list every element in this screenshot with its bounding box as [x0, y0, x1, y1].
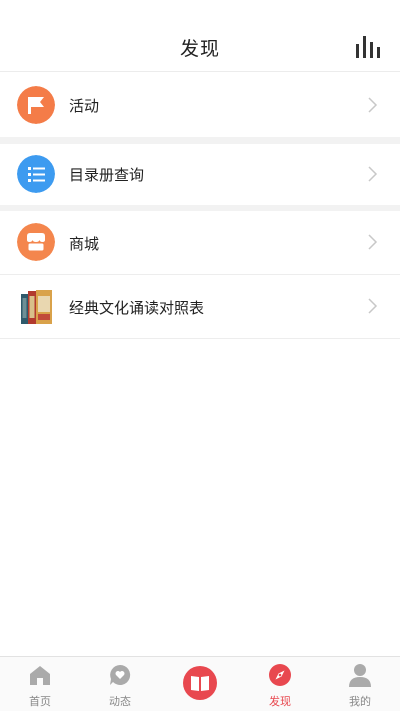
user-icon	[349, 664, 371, 687]
storefront-icon	[17, 223, 55, 261]
item-label: 经典文化诵读对照表	[69, 299, 205, 317]
book-stack-thumbnail	[21, 290, 52, 324]
open-book-icon	[183, 666, 217, 700]
compass-icon	[269, 664, 291, 686]
list-item-catalog-search[interactable]: 目录册查询	[0, 144, 400, 205]
divider-line	[0, 338, 400, 339]
tab-feed[interactable]: 动态	[80, 657, 160, 712]
tab-home[interactable]: 首页	[0, 657, 80, 712]
tab-label: 我的	[349, 695, 371, 708]
item-label: 活动	[69, 97, 100, 115]
list-item-mall[interactable]: 商城	[0, 211, 400, 274]
chevron-right-icon	[368, 234, 378, 250]
tab-label: 动态	[109, 695, 131, 708]
tab-label: 首页	[29, 695, 51, 708]
chevron-right-icon	[368, 298, 378, 314]
item-label: 目录册查询	[69, 166, 145, 184]
tab-discover[interactable]: 发现	[240, 657, 320, 712]
bottom-tab-bar: 首页 动态 发现 我的	[0, 656, 400, 711]
list-item-activity[interactable]: 活动	[0, 73, 400, 137]
chevron-right-icon	[368, 166, 378, 182]
home-icon	[30, 666, 50, 685]
list-item-classic-reading-table[interactable]: 经典文化诵读对照表	[0, 275, 400, 338]
chat-heart-icon	[110, 664, 131, 685]
flag-icon	[17, 86, 55, 124]
section-divider	[0, 137, 400, 144]
tab-reading[interactable]	[160, 657, 240, 712]
list-icon	[17, 155, 55, 193]
tab-profile[interactable]: 我的	[320, 657, 400, 712]
top-header: 发现	[0, 0, 400, 72]
item-label: 商城	[69, 235, 100, 253]
bar-chart-icon[interactable]	[356, 36, 380, 58]
tab-label: 发现	[269, 695, 291, 708]
chevron-right-icon	[368, 97, 378, 113]
page-title: 发现	[179, 38, 220, 60]
